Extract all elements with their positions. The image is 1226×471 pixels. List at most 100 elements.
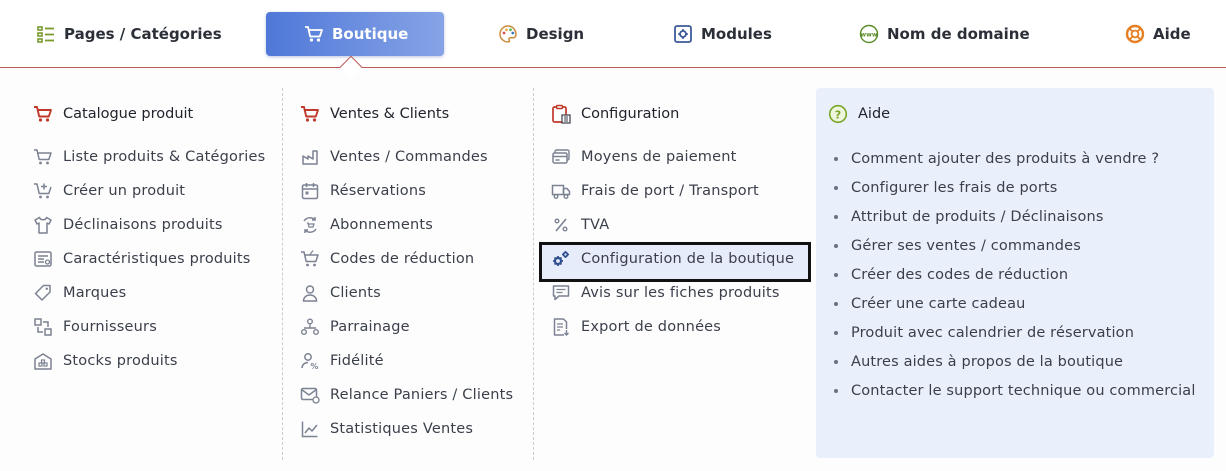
- nav-label: Nom de domaine: [887, 25, 1030, 43]
- menu-link-label: Export de données: [581, 319, 722, 335]
- help-link-label: Créer une carte cadeau: [851, 295, 1026, 312]
- menu-link-label: Déclinaisons produits: [63, 217, 223, 233]
- menu-link-label: Avis sur les fiches produits: [581, 285, 780, 301]
- help-link-label: Comment ajouter des produits à vendre ?: [851, 150, 1160, 167]
- percent-icon: [551, 215, 571, 235]
- main-navigation: Pages / Catégories Boutique Design Modul…: [0, 0, 1226, 68]
- help-link-label: Gérer ses ventes / commandes: [851, 237, 1081, 254]
- gears-icon: [551, 249, 571, 269]
- help-panel: ? Aide Comment ajouter des produits à ve…: [816, 88, 1214, 458]
- bullet: [834, 359, 838, 364]
- svg-text:?: ?: [835, 108, 841, 121]
- menu-link-fidelite[interactable]: % Fidélité: [300, 344, 513, 378]
- sales-icon: [300, 147, 320, 167]
- help-link[interactable]: Attribut de produits / Déclinaisons: [834, 202, 1196, 231]
- help-link-label: Contacter le support technique ou commer…: [851, 382, 1196, 399]
- menu-link-moyens-paiement[interactable]: Moyens de paiement: [551, 140, 794, 174]
- menu-link-relance-paniers[interactable]: Relance Paniers / Clients: [300, 378, 513, 412]
- catalogue-title: Catalogue produit: [33, 88, 265, 140]
- help-link[interactable]: Gérer ses ventes / commandes: [834, 231, 1196, 260]
- catalogue-column: Catalogue produit Liste produits & Catég…: [33, 88, 265, 378]
- bullet: [834, 156, 838, 161]
- nav-aide[interactable]: Aide: [1125, 12, 1191, 56]
- help-link-label: Produit avec calendrier de réservation: [851, 324, 1135, 341]
- warehouse-icon: [33, 351, 53, 371]
- nav-nom-de-domaine[interactable]: www Nom de domaine: [859, 12, 1030, 56]
- menu-link-avis-produits[interactable]: Avis sur les fiches produits: [551, 276, 794, 310]
- help-link-label: Créer des codes de réduction: [851, 266, 1069, 283]
- help-link[interactable]: Contacter le support technique ou commer…: [834, 376, 1196, 405]
- menu-link-label: Clients: [330, 285, 381, 301]
- menu-link-statistiques[interactable]: Statistiques Ventes: [300, 412, 513, 446]
- help-link[interactable]: Créer des codes de réduction: [834, 260, 1196, 289]
- bullet: [834, 185, 838, 190]
- help-link[interactable]: Comment ajouter des produits à vendre ?: [834, 144, 1196, 173]
- menu-link-label: Fidélité: [330, 353, 384, 369]
- menu-link-label: Abonnements: [330, 217, 433, 233]
- nav-label: Pages / Catégories: [64, 25, 222, 43]
- menu-link-marques[interactable]: Marques: [33, 276, 265, 310]
- cart-icon: [33, 147, 53, 167]
- help-link[interactable]: Créer une carte cadeau: [834, 289, 1196, 318]
- menu-link-reservations[interactable]: Réservations: [300, 174, 513, 208]
- menu-link-creer-produit[interactable]: Créer un produit: [33, 174, 265, 208]
- nav-design[interactable]: Design: [498, 12, 584, 56]
- calendar-icon: [300, 181, 320, 201]
- help-link-label: Attribut de produits / Déclinaisons: [851, 208, 1104, 225]
- menu-link-codes-reduction[interactable]: Codes de réduction: [300, 242, 513, 276]
- bullet: [834, 272, 838, 277]
- cart-add-icon: [33, 181, 53, 201]
- menu-link-configuration-boutique[interactable]: Configuration de la boutique: [551, 242, 794, 276]
- menu-link-label: Stocks produits: [63, 353, 178, 369]
- lifebuoy-icon: [1125, 24, 1145, 44]
- menu-link-label: Configuration de la boutique: [581, 251, 795, 267]
- menu-link-label: Frais de port / Transport: [581, 183, 759, 199]
- menu-link-liste-produits[interactable]: Liste produits & Catégories: [33, 140, 265, 174]
- cart-icon: [304, 24, 324, 44]
- cart-icon: [300, 104, 320, 124]
- menu-link-fournisseurs[interactable]: Fournisseurs: [33, 310, 265, 344]
- configuration-title: Configuration: [551, 88, 794, 140]
- palette-icon: [498, 24, 518, 44]
- menu-link-export-donnees[interactable]: Export de données: [551, 310, 794, 344]
- help-link[interactable]: Configurer les frais de ports: [834, 173, 1196, 202]
- bullet: [834, 243, 838, 248]
- ventes-column: Ventes & Clients Ventes / Commandes Rése…: [300, 88, 513, 446]
- section-title: Aide: [858, 106, 891, 122]
- menu-link-abonnements[interactable]: Abonnements: [300, 208, 513, 242]
- menu-link-parrainage[interactable]: Parrainage: [300, 310, 513, 344]
- nav-pages-categories[interactable]: Pages / Catégories: [36, 12, 222, 56]
- user-icon: [300, 283, 320, 303]
- menu-link-label: Créer un produit: [63, 183, 186, 199]
- payment-icon: [551, 147, 571, 167]
- menu-link-label: Caractéristiques produits: [63, 251, 251, 267]
- nav-boutique[interactable]: Boutique: [266, 12, 444, 56]
- menu-link-tva[interactable]: TVA: [551, 208, 794, 242]
- referral-icon: [300, 317, 320, 337]
- menu-link-frais-port[interactable]: Frais de port / Transport: [551, 174, 794, 208]
- bullet: [834, 301, 838, 306]
- export-icon: [551, 317, 571, 337]
- menu-link-clients[interactable]: Clients: [300, 276, 513, 310]
- menu-link-label: Fournisseurs: [63, 319, 157, 335]
- menu-link-label: Marques: [63, 285, 127, 301]
- help-link[interactable]: Autres aides à propos de la boutique: [834, 347, 1196, 376]
- nav-modules[interactable]: Modules: [673, 12, 772, 56]
- menu-link-declinaisons[interactable]: Déclinaisons produits: [33, 208, 265, 242]
- help-list: Comment ajouter des produits à vendre ? …: [834, 144, 1196, 405]
- section-title: Configuration: [581, 106, 680, 122]
- menu-link-ventes-commandes[interactable]: Ventes / Commandes: [300, 140, 513, 174]
- menu-link-label: TVA: [581, 217, 610, 233]
- nav-label: Design: [526, 25, 585, 43]
- help-link[interactable]: Produit avec calendrier de réservation: [834, 318, 1196, 347]
- supplier-icon: [33, 317, 53, 337]
- nav-label: Boutique: [332, 25, 409, 43]
- bullet: [834, 388, 838, 393]
- module-icon: [673, 24, 693, 44]
- menu-link-label: Codes de réduction: [330, 251, 475, 267]
- menu-link-label: Relance Paniers / Clients: [330, 387, 514, 403]
- help-link-label: Configurer les frais de ports: [851, 179, 1058, 196]
- menu-link-caracteristiques[interactable]: Caractéristiques produits: [33, 242, 265, 276]
- svg-text:www: www: [860, 32, 877, 39]
- menu-link-stocks[interactable]: Stocks produits: [33, 344, 265, 378]
